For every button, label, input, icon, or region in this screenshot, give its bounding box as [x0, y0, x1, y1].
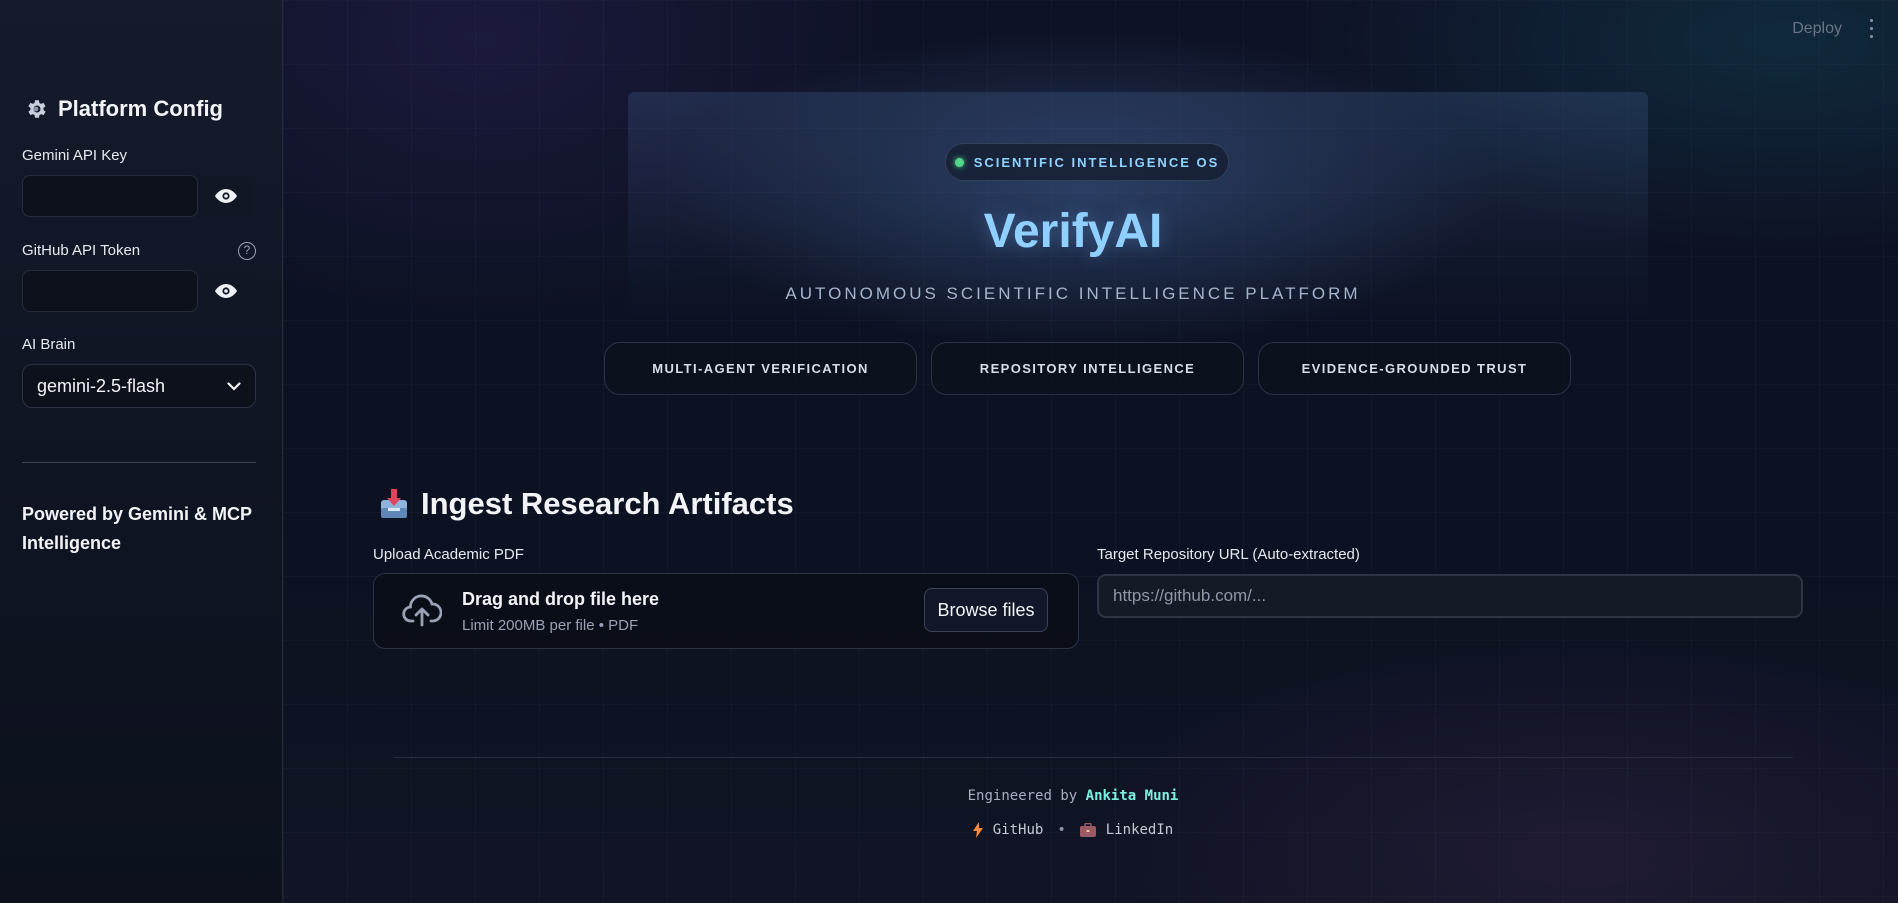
repo-url-label: Target Repository URL (Auto-extracted)	[1097, 546, 1360, 563]
eye-icon	[215, 189, 237, 203]
github-token-input[interactable]	[22, 270, 198, 312]
file-dropzone[interactable]: Drag and drop file here Limit 200MB per …	[373, 573, 1079, 649]
ingest-heading-text: Ingest Research Artifacts	[421, 486, 794, 521]
browse-files-button[interactable]: Browse files	[924, 588, 1048, 632]
footer-divider	[393, 757, 1793, 758]
hero-title: VerifyAI	[983, 205, 1163, 258]
feature-pill-multi-agent: MULTI-AGENT VERIFICATION	[604, 342, 917, 395]
repo-url-input[interactable]	[1097, 574, 1803, 618]
ingest-heading: Ingest Research Artifacts	[379, 486, 794, 522]
eye-icon	[215, 284, 237, 298]
ai-brain-label: AI Brain	[22, 336, 76, 353]
help-icon[interactable]: ?	[238, 242, 256, 260]
author-name: Ankita Muni	[1085, 788, 1179, 804]
powered-by-text: Powered by Gemini & MCP Intelligence	[22, 504, 252, 553]
sidebar: Platform Config Gemini API Key GitHub AP…	[0, 0, 283, 903]
sidebar-divider	[22, 462, 256, 463]
feature-pill-repository: REPOSITORY INTELLIGENCE	[931, 342, 1244, 395]
github-link-text: GitHub	[992, 822, 1044, 838]
linkedin-link[interactable]: LinkedIn	[1079, 822, 1174, 838]
inbox-tray-icon	[381, 489, 407, 518]
github-token-label: GitHub API Token	[22, 242, 141, 259]
more-menu-icon[interactable]	[1866, 16, 1876, 40]
hero-badge: SCIENTIFIC INTELLIGENCE OS	[945, 143, 1229, 181]
ai-brain-select[interactable]: gemini-2.5-flash	[22, 364, 256, 408]
upload-label: Upload Academic PDF	[373, 546, 524, 563]
hero-subtitle: AUTONOMOUS SCIENTIFIC INTELLIGENCE PLATF…	[785, 284, 1361, 303]
gemini-key-toggle[interactable]	[198, 175, 254, 217]
feature-pill-evidence: EVIDENCE-GROUNDED TRUST	[1258, 342, 1571, 395]
sidebar-title: Platform Config	[24, 96, 223, 122]
engineered-by-text: Engineered by	[967, 788, 1078, 804]
main-area: Deploy SCIENTIFIC INTELLIGENCE OS Verify…	[283, 0, 1898, 903]
dropzone-title: Drag and drop file here	[462, 589, 660, 609]
bolt-icon	[972, 822, 983, 838]
gemini-key-input[interactable]	[22, 175, 198, 217]
github-token-toggle[interactable]	[198, 270, 254, 312]
deploy-button[interactable]: Deploy	[1792, 20, 1842, 38]
chevron-down-icon	[227, 381, 241, 391]
footer-separator: •	[1057, 822, 1066, 838]
dropzone-limit: Limit 200MB per file • PDF	[462, 617, 639, 634]
status-dot-icon	[954, 157, 964, 167]
linkedin-link-text: LinkedIn	[1105, 822, 1174, 838]
github-link[interactable]: GitHub	[972, 822, 1044, 838]
gear-icon	[28, 100, 46, 118]
footer-credit: Engineered by Ankita Muni	[283, 788, 1863, 804]
hero-badge-text: SCIENTIFIC INTELLIGENCE OS	[973, 154, 1220, 170]
gemini-key-label: Gemini API Key	[22, 147, 128, 164]
cloud-upload-icon	[402, 594, 442, 627]
footer-links: GitHub • LinkedIn	[283, 822, 1863, 838]
sidebar-title-text: Platform Config	[58, 96, 223, 121]
briefcase-icon	[1079, 823, 1096, 837]
ai-brain-value: gemini-2.5-flash	[37, 375, 166, 396]
